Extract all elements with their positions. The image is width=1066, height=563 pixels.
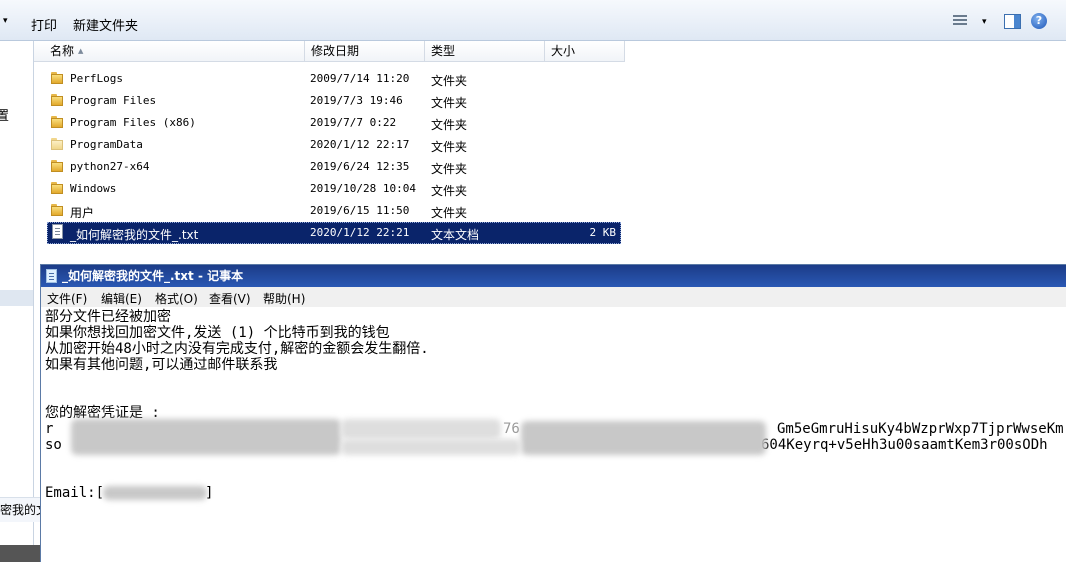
folder-icon-light (51, 137, 65, 151)
email-redaction-blur (103, 486, 207, 500)
file-date: 2019/7/7 0:22 (310, 116, 397, 129)
decrypt-key-line-1-start: r (45, 421, 54, 437)
nav-item-partial[interactable]: 置 (0, 105, 9, 124)
file-name: ProgramData (70, 138, 143, 151)
menu-file[interactable]: 文件(F) (47, 290, 87, 307)
file-type: 文件夹 (431, 96, 468, 110)
file-date: 2019/7/3 19:46 (310, 94, 403, 107)
redaction-blur (71, 419, 341, 455)
column-header-name[interactable]: 名称 ▲ (34, 41, 305, 62)
folder-icon (51, 203, 65, 217)
file-name: Windows (70, 182, 117, 195)
email-suffix: ] (205, 485, 214, 501)
file-type: 文件夹 (431, 162, 468, 176)
file-name: 用户 (70, 206, 95, 220)
organize-dropdown-arrow[interactable]: ▾ (3, 16, 8, 26)
notepad-text-area[interactable]: 部分文件已经被加密 如果你想找回加密文件,发送 (1) 个比特币到我的钱包 从加… (41, 307, 1066, 563)
file-type: 文件夹 (431, 74, 468, 88)
decrypt-key-line-2-start: so (45, 437, 62, 453)
preview-pane-icon[interactable] (1004, 14, 1021, 29)
decrypt-key-line-1-mid: 76 (503, 421, 520, 437)
ransom-line-2: 如果你想找回加密文件,发送 (1) 个比特币到我的钱包 (45, 325, 390, 341)
ransom-line-1: 部分文件已经被加密 (45, 309, 171, 325)
file-date: 2020/1/12 22:21 (310, 226, 410, 239)
redaction-blur (521, 421, 766, 455)
file-name: Program Files (x86) (70, 116, 196, 129)
menu-help[interactable]: 帮助(H) (263, 290, 305, 307)
file-type: 文本文档 (431, 228, 480, 242)
nav-selected-band[interactable] (0, 290, 33, 306)
folder-icon (51, 93, 65, 107)
file-date: 2020/1/12 22:17 (310, 138, 410, 151)
file-list: 名称 ▲ 修改日期 类型 大小 PerfLogs 2009/7/14 11:20 … (34, 41, 1066, 266)
column-header-date[interactable]: 修改日期 (305, 41, 425, 62)
file-type: 文件夹 (431, 206, 468, 220)
text-file-icon (52, 224, 63, 239)
file-row[interactable]: Program Files (x86) 2019/7/7 0:22 文件夹 (34, 112, 1066, 134)
file-name: python27-x64 (70, 160, 150, 173)
folder-icon (51, 71, 65, 85)
ransom-line-3: 从加密开始48小时之内没有完成支付,解密的金额会发生翻倍. (45, 341, 429, 357)
ransom-line-4: 如果有其他问题,可以通过邮件联系我 (45, 357, 278, 373)
decrypt-key-line-1-end: Gm5eGmruHisuKy4bWzprWxp7TjprWwseKm (777, 421, 1064, 437)
folder-icon (51, 181, 65, 195)
notepad-title-bar[interactable]: _如何解密我的文件_.txt - 记事本 (41, 265, 1066, 287)
change-view-icon[interactable] (953, 14, 969, 27)
file-name: PerfLogs (70, 72, 123, 85)
help-icon[interactable]: ? (1031, 13, 1047, 29)
folder-icon (51, 115, 65, 129)
notepad-icon (46, 269, 57, 283)
file-date: 2019/10/28 10:04 (310, 182, 416, 195)
file-row[interactable]: PerfLogs 2009/7/14 11:20 文件夹 (34, 68, 1066, 90)
folder-icon (51, 159, 65, 173)
file-type: 文件夹 (431, 184, 468, 198)
email-prefix: Email:[ (45, 485, 105, 501)
file-type: 文件夹 (431, 118, 468, 132)
column-header-size[interactable]: 大小 (545, 41, 625, 62)
menu-edit[interactable]: 编辑(E) (101, 290, 142, 307)
file-name: _如何解密我的文件_.txt (70, 228, 199, 242)
file-date: 2019/6/24 12:35 (310, 160, 410, 173)
redaction-blur (341, 439, 521, 455)
sort-ascending-icon: ▲ (78, 47, 84, 55)
file-row[interactable]: python27-x64 2019/6/24 12:35 文件夹 (34, 156, 1066, 178)
menu-view[interactable]: 查看(V) (209, 290, 251, 307)
redaction-blur (341, 419, 501, 439)
notepad-window: _如何解密我的文件_.txt - 记事本 文件(F) 编辑(E) 格式(O) 查… (40, 264, 1066, 563)
column-header-type[interactable]: 类型 (425, 41, 545, 62)
file-row-selected[interactable]: _如何解密我的文件_.txt 2020/1/12 22:21 文本文档 2 KB (34, 222, 1066, 244)
file-name: Program Files (70, 94, 157, 107)
file-row[interactable]: Program Files 2019/7/3 19:46 文件夹 (34, 90, 1066, 112)
file-date: 2009/7/14 11:20 (310, 72, 410, 85)
views-dropdown-arrow[interactable]: ▾ (982, 17, 987, 27)
new-folder-button[interactable]: 新建文件夹 (73, 15, 138, 34)
decrypt-key-line-2-end: 604Keyrq+v5eHh3u00saamtKem3r00sODh (761, 437, 1048, 453)
notepad-menubar: 文件(F) 编辑(E) 格式(O) 查看(V) 帮助(H) (41, 287, 1066, 308)
file-date: 2019/6/15 11:50 (310, 204, 410, 217)
print-button[interactable]: 打印 (31, 15, 57, 34)
menu-format[interactable]: 格式(O) (155, 290, 198, 307)
nav-file-partial[interactable]: 密我的文 (0, 497, 40, 522)
navigation-pane: 置 (0, 41, 34, 562)
explorer-toolbar: ▾ 打印 新建文件夹 ▾ ? (0, 0, 1066, 41)
column-header-name-label: 名称 (50, 44, 75, 58)
status-bar-fragment (0, 545, 40, 562)
file-type: 文件夹 (431, 140, 468, 154)
notepad-title: _如何解密我的文件_.txt - 记事本 (62, 269, 244, 283)
file-row[interactable]: ProgramData 2020/1/12 22:17 文件夹 (34, 134, 1066, 156)
file-row[interactable]: Windows 2019/10/28 10:04 文件夹 (34, 178, 1066, 200)
file-row[interactable]: 用户 2019/6/15 11:50 文件夹 (34, 200, 1066, 222)
file-size: 2 KB (589, 226, 617, 239)
